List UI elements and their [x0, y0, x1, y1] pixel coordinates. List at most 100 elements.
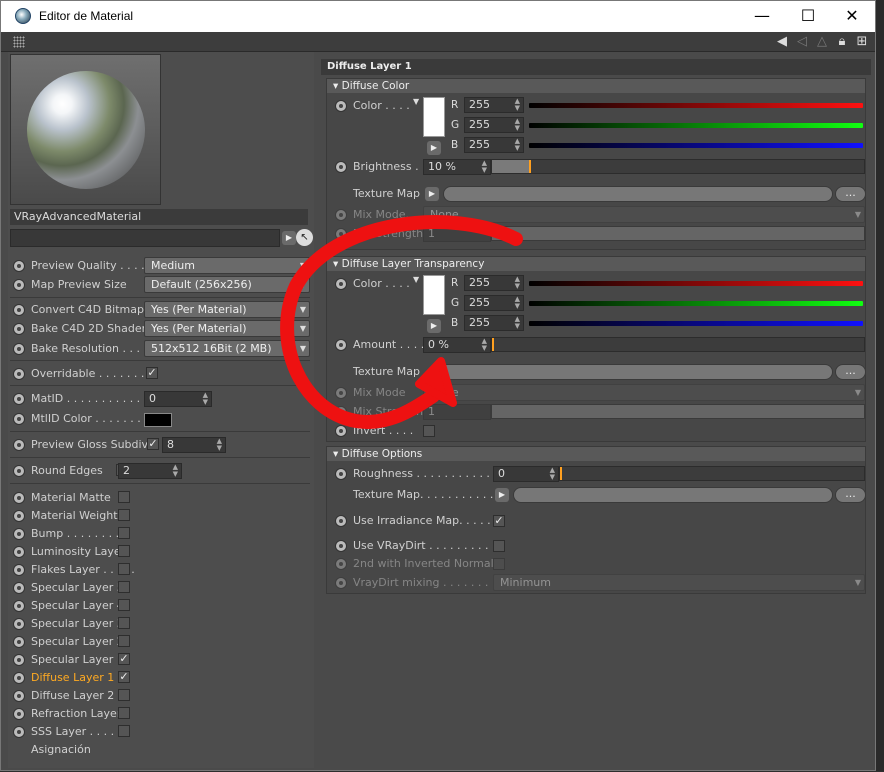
color-picker-button[interactable]: ▶ — [427, 141, 441, 155]
animate-radio[interactable] — [13, 439, 25, 451]
trans-texture-browse-button[interactable]: ... — [835, 364, 866, 380]
round-edges-input[interactable]: 2 ▲ ▼ — [118, 463, 182, 479]
trans-b-slider[interactable] — [529, 321, 863, 326]
layer-item[interactable]: Flakes Layer . . . . . — [10, 561, 310, 579]
minimize-button[interactable]: — — [739, 5, 785, 29]
trans-texture-field[interactable] — [433, 364, 833, 380]
trans-r-input[interactable]: 255 ▲ ▼ — [464, 275, 524, 291]
back-arrow-icon[interactable]: ◀ — [773, 34, 791, 50]
layer-checkbox[interactable] — [118, 707, 130, 719]
gloss-subdivs-checkbox[interactable]: ✓ — [147, 438, 159, 450]
link-input[interactable] — [10, 229, 280, 247]
amount-slider[interactable] — [491, 337, 865, 352]
texture-browse-button[interactable]: ... — [835, 186, 866, 202]
layer-checkbox[interactable] — [118, 617, 130, 629]
layer-checkbox[interactable] — [118, 527, 130, 539]
roughness-slider[interactable] — [559, 466, 865, 481]
animate-radio[interactable] — [13, 528, 25, 540]
animate-radio[interactable] — [13, 304, 25, 316]
layer-checkbox[interactable] — [118, 563, 130, 575]
b-input[interactable]: 255 ▲ ▼ — [464, 137, 524, 153]
b-slider[interactable] — [529, 143, 863, 148]
material-name-field[interactable]: VRayAdvancedMaterial — [10, 209, 308, 225]
transparency-header[interactable]: ▾ Diffuse Layer Transparency — [327, 257, 865, 271]
trans-r-slider[interactable] — [529, 281, 863, 286]
animate-radio[interactable] — [13, 546, 25, 558]
layer-item[interactable]: Bump . . . . . . . . — [10, 525, 310, 543]
layer-item[interactable]: Material Weight — [10, 507, 310, 525]
layer-item[interactable]: Diffuse Layer 2 — [10, 687, 310, 705]
new-window-icon[interactable]: ⊞ — [853, 34, 871, 50]
r-slider[interactable] — [529, 103, 863, 108]
layer-item[interactable]: Diffuse Layer 1 ✓ — [10, 669, 310, 687]
animate-radio[interactable] — [13, 492, 25, 504]
material-preview[interactable] — [10, 54, 161, 205]
layer-item[interactable]: Specular Layer 4 — [10, 597, 310, 615]
convert-bitmaps-dropdown[interactable]: Yes (Per Material) ▼ — [144, 301, 310, 318]
diffuse-color-swatch[interactable] — [423, 97, 445, 137]
brightness-slider[interactable] — [491, 159, 865, 174]
layer-checkbox[interactable]: ✓ — [118, 653, 130, 665]
color-picker-button[interactable]: ▶ — [427, 319, 441, 333]
layer-checkbox[interactable] — [118, 581, 130, 593]
animate-radio[interactable] — [13, 690, 25, 702]
animate-radio[interactable] — [13, 343, 25, 355]
animate-radio[interactable] — [335, 515, 347, 527]
r-input[interactable]: 255 ▲ ▼ — [464, 97, 524, 113]
animate-radio[interactable] — [13, 465, 25, 477]
texture-menu-button[interactable]: ▶ — [425, 187, 439, 201]
assign-row[interactable]: Asignación — [10, 741, 310, 759]
grip-icon[interactable] — [13, 36, 25, 48]
g-input[interactable]: 255 ▲ ▼ — [464, 117, 524, 133]
options-texture-field[interactable] — [513, 487, 833, 503]
animate-radio[interactable] — [13, 393, 25, 405]
animate-radio[interactable] — [335, 278, 347, 290]
animate-radio[interactable] — [13, 260, 25, 272]
layer-checkbox[interactable] — [118, 491, 130, 503]
animate-radio[interactable] — [13, 654, 25, 666]
diffuse-color-header[interactable]: ▾ Diffuse Color — [327, 79, 865, 93]
animate-radio[interactable] — [13, 413, 25, 425]
link-menu-button[interactable]: ▶ — [282, 231, 296, 245]
trans-b-input[interactable]: 255 ▲ ▼ — [464, 315, 524, 331]
invert-checkbox[interactable] — [423, 425, 435, 437]
roughness-input[interactable]: 0 ▲ ▼ — [493, 466, 559, 482]
texture-menu-button[interactable]: ▶ — [495, 488, 509, 502]
layer-item[interactable]: Refraction Layer — [10, 705, 310, 723]
animate-radio[interactable] — [335, 161, 347, 173]
animate-radio[interactable] — [335, 540, 347, 552]
gloss-subdivs-input[interactable]: 8 ▲ ▼ — [162, 437, 226, 453]
preview-quality-dropdown[interactable]: Medium ▼ — [144, 257, 310, 274]
animate-radio[interactable] — [335, 100, 347, 112]
animate-radio[interactable] — [13, 618, 25, 630]
forward-arrow-icon[interactable]: ◁ — [793, 34, 811, 50]
map-preview-size-dropdown[interactable]: Default (256x256) ▼ — [144, 276, 310, 293]
diffuse-options-header[interactable]: ▾ Diffuse Options — [327, 447, 865, 461]
layer-item[interactable]: Material Matte — [10, 489, 310, 507]
layer-checkbox[interactable] — [118, 725, 130, 737]
texture-map-field[interactable] — [443, 186, 833, 202]
bake-resolution-dropdown[interactable]: 512x512 16Bit (2 MB) ▼ — [144, 340, 310, 357]
amount-input[interactable]: 0 % ▲ ▼ — [423, 337, 491, 353]
layer-checkbox[interactable] — [118, 509, 130, 521]
close-button[interactable]: ✕ — [829, 5, 875, 29]
color-menu-icon[interactable]: ▼ — [413, 275, 419, 284]
animate-radio[interactable] — [13, 510, 25, 522]
layer-checkbox[interactable] — [118, 689, 130, 701]
vraydirt-checkbox[interactable] — [493, 540, 505, 552]
animate-radio[interactable] — [13, 672, 25, 684]
pick-cursor-icon[interactable]: ↖ — [296, 229, 313, 246]
brightness-input[interactable]: 10 % ▲ ▼ — [423, 159, 491, 175]
animate-radio[interactable] — [13, 582, 25, 594]
animate-radio[interactable] — [13, 564, 25, 576]
trans-g-input[interactable]: 255 ▲ ▼ — [464, 295, 524, 311]
maximize-button[interactable]: ☐ — [785, 5, 831, 29]
overridable-checkbox[interactable]: ✓ — [146, 367, 158, 379]
layer-checkbox[interactable] — [118, 545, 130, 557]
layer-checkbox[interactable] — [118, 635, 130, 647]
layer-item[interactable]: Specular Layer 2 — [10, 633, 310, 651]
animate-radio[interactable] — [13, 368, 25, 380]
irradiance-checkbox[interactable]: ✓ — [493, 515, 505, 527]
mtlid-color-swatch[interactable] — [144, 413, 172, 427]
up-arrow-icon[interactable]: △ — [813, 34, 831, 50]
